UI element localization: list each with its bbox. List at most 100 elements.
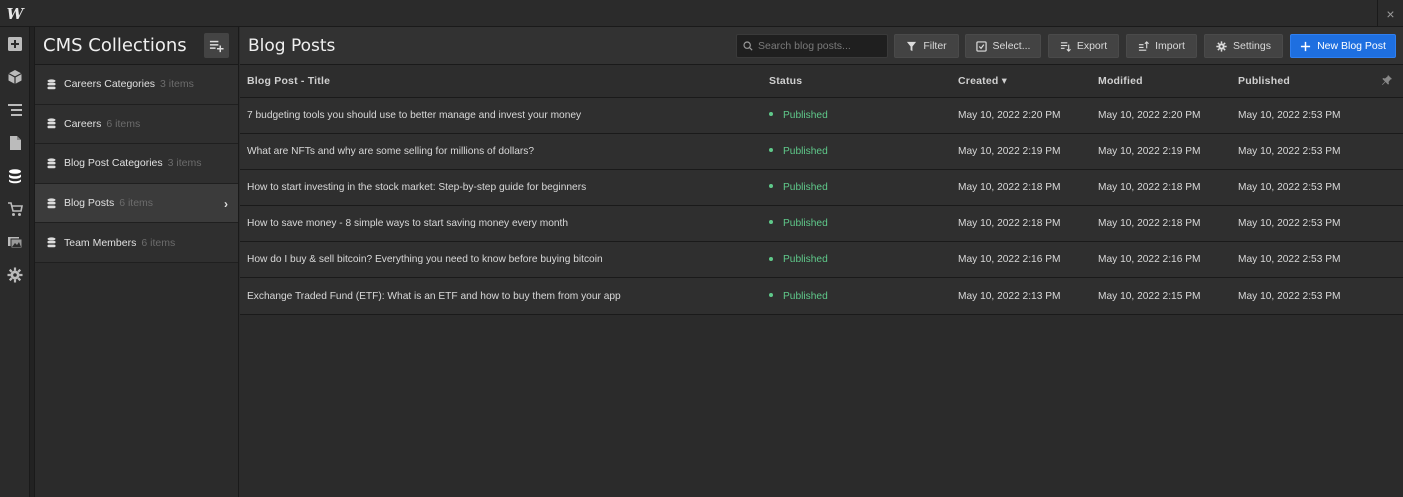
import-label: Import [1155,40,1185,52]
filter-button[interactable]: Filter [894,34,959,58]
webflow-logo[interactable]: W [0,0,30,27]
column-header-modified[interactable]: Modified [1091,65,1231,98]
table-row[interactable]: How do I buy & sell bitcoin? Everything … [240,241,1403,279]
table-row[interactable]: 7 budgeting tools you should use to bett… [240,97,1403,134]
settings-button[interactable]: Settings [1204,34,1283,58]
import-button[interactable]: Import [1126,34,1197,58]
collection-count: 3 items [167,157,202,170]
settings-icon[interactable] [0,258,30,291]
database-icon [47,237,56,248]
collection-item-blog-posts[interactable]: Blog Posts 6 items › [35,183,238,224]
pin-icon[interactable] [1381,74,1393,86]
status-badge: Published [783,109,828,121]
status-badge: Published [783,290,828,302]
collection-label: Blog Post Categories [64,157,163,170]
search-input[interactable] [758,40,883,52]
cell-status: Published [762,205,951,243]
status-dot-icon [769,111,773,116]
search-icon [743,41,753,51]
collection-label: Team Members [64,236,137,249]
table-header-row: Blog Post - Title Status Created ▾ Modif… [240,65,1403,98]
status-dot-icon [769,220,773,225]
collection-count: 6 items [119,197,154,210]
collection-item-careers[interactable]: Careers 6 items [35,104,238,145]
cell-created: May 10, 2022 2:18 PM [951,169,1091,207]
cell-status: Published [762,169,951,207]
status-dot-icon [769,256,773,261]
gear-icon [1216,40,1227,52]
cell-published: May 10, 2022 2:53 PM [1231,241,1403,279]
cms-icon[interactable] [0,159,30,192]
pages-icon[interactable] [0,126,30,159]
column-header-title[interactable]: Blog Post - Title [240,65,762,98]
collection-label: Blog Posts [64,197,115,210]
column-header-created[interactable]: Created ▾ [951,65,1091,98]
navigator-icon[interactable] [0,93,30,126]
add-collection-icon [209,40,224,53]
cell-created: May 10, 2022 2:18 PM [951,205,1091,243]
cell-created: May 10, 2022 2:20 PM [951,97,1091,134]
cell-created: May 10, 2022 2:19 PM [951,133,1091,170]
chevron-right-icon: › [224,196,228,211]
collection-item-team-members[interactable]: Team Members 6 items [35,223,238,263]
blog-posts-table: Blog Post - Title Status Created ▾ Modif… [240,65,1403,315]
new-blog-post-button[interactable]: New Blog Post [1290,34,1396,58]
ecommerce-icon[interactable] [0,192,30,225]
cell-modified: May 10, 2022 2:18 PM [1091,205,1231,243]
collection-count: 6 items [141,236,176,249]
left-icon-rail [0,27,30,497]
export-icon [1060,41,1071,52]
collection-item-blog-post-categories[interactable]: Blog Post Categories 3 items [35,144,238,184]
cell-title: What are NFTs and why are some selling f… [240,133,762,170]
database-icon [47,118,56,129]
cell-status: Published [762,97,951,134]
cell-published: May 10, 2022 2:53 PM [1231,97,1403,134]
table-row[interactable]: What are NFTs and why are some selling f… [240,133,1403,170]
main-header: Blog Posts Filter Select... Export Impor… [240,27,1403,65]
checkbox-icon [975,40,987,52]
status-dot-icon [769,292,773,297]
cell-modified: May 10, 2022 2:19 PM [1091,133,1231,170]
cell-status: Published [762,241,951,279]
close-button[interactable]: × [1377,0,1403,27]
add-collection-button[interactable] [204,33,229,58]
cell-modified: May 10, 2022 2:18 PM [1091,169,1231,207]
select-button[interactable]: Select... [965,34,1041,58]
collection-count: 3 items [160,78,194,91]
column-header-published[interactable]: Published [1231,65,1403,98]
components-icon[interactable] [0,60,30,93]
database-icon [47,79,56,90]
column-header-status[interactable]: Status [762,65,951,98]
table-row[interactable]: Exchange Traded Fund (ETF): What is an E… [240,277,1403,315]
add-panel-icon[interactable] [0,27,30,60]
cell-title: 7 budgeting tools you should use to bett… [240,97,762,134]
table-row[interactable]: How to save money - 8 simple ways to sta… [240,205,1403,243]
cell-title: Exchange Traded Fund (ETF): What is an E… [240,277,762,315]
collection-item-careers-categories[interactable]: Careers Categories 3 items [35,65,238,105]
cell-title: How do I buy & sell bitcoin? Everything … [240,241,762,279]
status-dot-icon [769,148,773,153]
cell-created: May 10, 2022 2:13 PM [951,277,1091,315]
collection-label: Careers [64,117,102,130]
search-box [736,34,888,58]
status-badge: Published [783,254,828,266]
assets-icon[interactable] [0,225,30,258]
collections-title: CMS Collections [43,35,187,56]
plus-icon [1300,41,1311,51]
cell-published: May 10, 2022 2:53 PM [1231,277,1403,315]
filter-icon [907,41,917,51]
status-badge: Published [783,181,828,193]
cell-status: Published [762,277,951,315]
table-container: Blog Post - Title Status Created ▾ Modif… [240,65,1403,315]
export-label: Export [1076,40,1108,52]
collections-panel: CMS Collections Careers Categories 3 ite… [35,27,239,497]
status-badge: Published [783,218,828,230]
select-label: Select... [992,40,1031,52]
page-title: Blog Posts [248,36,336,56]
cell-modified: May 10, 2022 2:20 PM [1091,97,1231,134]
filter-label: Filter [923,40,947,52]
export-button[interactable]: Export [1048,34,1119,58]
database-icon [47,158,56,169]
table-row[interactable]: How to start investing in the stock mark… [240,169,1403,207]
settings-label: Settings [1233,40,1271,52]
